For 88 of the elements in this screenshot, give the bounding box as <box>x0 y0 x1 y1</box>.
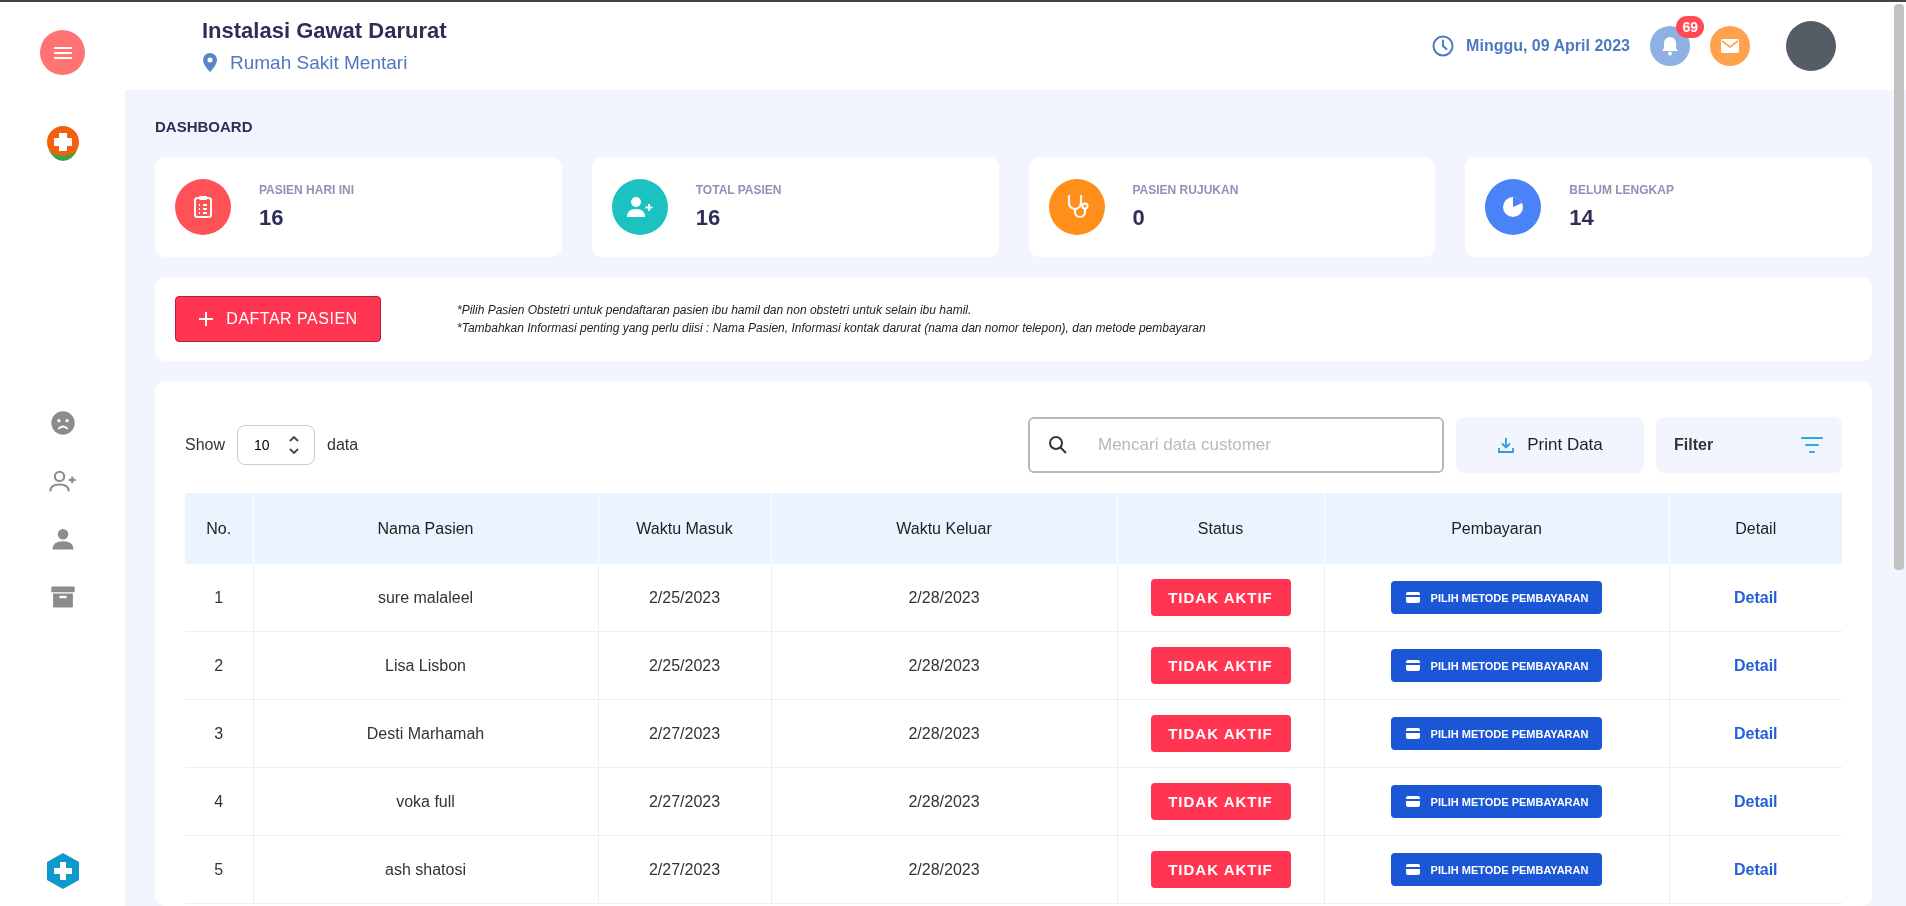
payment-method-button[interactable]: PILIH METODE PEMBAYARAN <box>1390 785 1603 818</box>
clock-icon <box>1432 35 1455 57</box>
column-header: Detail <box>1669 493 1842 564</box>
card-icon <box>1404 727 1421 740</box>
status-badge: TIDAK AKTIF <box>1150 783 1291 820</box>
stat-label: BELUM LENGKAP <box>1569 183 1674 197</box>
search-field[interactable]: Mencari data customer <box>1028 417 1444 473</box>
sad-face-icon[interactable] <box>48 409 77 437</box>
entry-time: 2/25/2023 <box>648 588 721 606</box>
patient-name: ash shatosi <box>385 860 466 878</box>
page-title: Instalasi Gawat Darurat <box>202 18 447 44</box>
row-number: 5 <box>214 860 224 878</box>
payment-method-button[interactable]: PILIH METODE PEMBAYARAN <box>1390 649 1603 682</box>
hospital-name: Rumah Sakit Mentari <box>230 52 408 74</box>
filter-button[interactable]: Filter <box>1656 417 1842 473</box>
download-icon <box>1497 436 1516 454</box>
message-button[interactable] <box>1710 26 1750 66</box>
search-icon <box>1048 435 1068 455</box>
exit-time: 2/28/2023 <box>908 792 980 810</box>
info-note: *Tambahkan Informasi penting yang perlu diisi : Nama Pasien, Informasi kontak darurat (nama dan nomor telepon), dan metode pembayaran <box>457 321 1206 335</box>
bell-icon <box>1661 36 1679 56</box>
payment-method-button[interactable]: PILIH METODE PEMBAYARAN <box>1390 853 1603 886</box>
column-header: Waktu Keluar <box>771 493 1117 564</box>
menu-button[interactable] <box>40 30 85 75</box>
menu-icon <box>53 45 72 60</box>
show-label: Show <box>185 436 226 454</box>
row-number: 4 <box>214 792 224 810</box>
stat-label: PASIEN HARI INI <box>259 183 355 197</box>
avatar-circle[interactable] <box>1786 21 1836 71</box>
exit-time: 2/28/2023 <box>908 860 980 878</box>
detail-link[interactable]: Detail <box>1733 656 1778 674</box>
column-header: Status <box>1117 493 1324 564</box>
stat-label: TOTAL PASIEN <box>695 183 782 197</box>
patient-name: Lisa Lisbon <box>385 656 466 674</box>
scrollbar[interactable] <box>1894 4 1904 570</box>
row-number: 2 <box>214 656 224 674</box>
entry-time: 2/27/2023 <box>648 724 721 742</box>
card-icon <box>1404 863 1421 876</box>
status-badge: TIDAK AKTIF <box>1150 715 1291 752</box>
patient-name: voka full <box>396 792 455 810</box>
exit-time: 2/28/2023 <box>908 656 980 674</box>
register-patient-button[interactable]: DAFTAR PASIEN <box>175 296 381 342</box>
stat-label: PASIEN RUJUKAN <box>1132 183 1239 197</box>
status-badge: TIDAK AKTIF <box>1150 579 1291 616</box>
page-size-suffix: data <box>327 436 359 454</box>
clipboard-icon <box>192 195 214 219</box>
current-date: Minggu, 09 April 2023 <box>1466 37 1630 55</box>
status-badge: TIDAK AKTIF <box>1150 647 1291 684</box>
detail-link[interactable]: Detail <box>1733 792 1778 810</box>
stepper-arrows-icon <box>288 434 301 456</box>
row-number: 1 <box>214 588 224 606</box>
envelope-icon <box>1720 38 1740 54</box>
location-pin-icon <box>202 53 218 73</box>
card-icon <box>1404 795 1421 808</box>
column-header: No. <box>185 493 253 564</box>
stat-value: 16 <box>259 205 285 231</box>
exit-time: 2/28/2023 <box>908 724 980 742</box>
entry-time: 2/27/2023 <box>648 860 721 878</box>
detail-link[interactable]: Detail <box>1733 860 1778 878</box>
card-icon <box>1404 591 1421 604</box>
patient-name: sure malaleel <box>377 588 474 606</box>
detail-link[interactable]: Detail <box>1733 588 1778 606</box>
entry-time: 2/27/2023 <box>648 792 721 810</box>
column-header: Nama Pasien <box>253 493 598 564</box>
filter-icon <box>1800 436 1824 454</box>
exit-time: 2/28/2023 <box>908 588 980 606</box>
stat-value: 14 <box>1569 205 1595 231</box>
payment-method-button[interactable]: PILIH METODE PEMBAYARAN <box>1390 581 1603 614</box>
info-note: *Pilih Pasien Obstetri untuk pendaftaran pasien ibu hamil dan non obstetri untuk selain ibu hamil. <box>457 303 973 317</box>
stat-value: 0 <box>1132 205 1146 231</box>
entry-time: 2/25/2023 <box>648 656 721 674</box>
column-header: Waktu Masuk <box>598 493 771 564</box>
section-title: DASHBOARD <box>155 118 254 135</box>
add-user-icon <box>625 196 654 218</box>
row-number: 3 <box>214 724 224 742</box>
notification-count-badge: 69 <box>1676 16 1704 38</box>
medical-cross-icon[interactable] <box>44 852 81 890</box>
column-header: Pembayaran <box>1324 493 1669 564</box>
plus-icon <box>198 311 215 327</box>
card-icon <box>1404 659 1421 672</box>
patient-name: Desti Marhamah <box>366 724 485 742</box>
detail-link[interactable]: Detail <box>1733 724 1778 742</box>
stat-value: 16 <box>695 205 722 231</box>
payment-method-button[interactable]: PILIH METODE PEMBAYARAN <box>1390 717 1603 750</box>
pie-chart-icon <box>1501 195 1526 219</box>
status-badge: TIDAK AKTIF <box>1150 851 1291 888</box>
page-size-stepper[interactable]: 10 <box>237 425 316 465</box>
print-data-button[interactable]: Print Data <box>1456 417 1644 473</box>
